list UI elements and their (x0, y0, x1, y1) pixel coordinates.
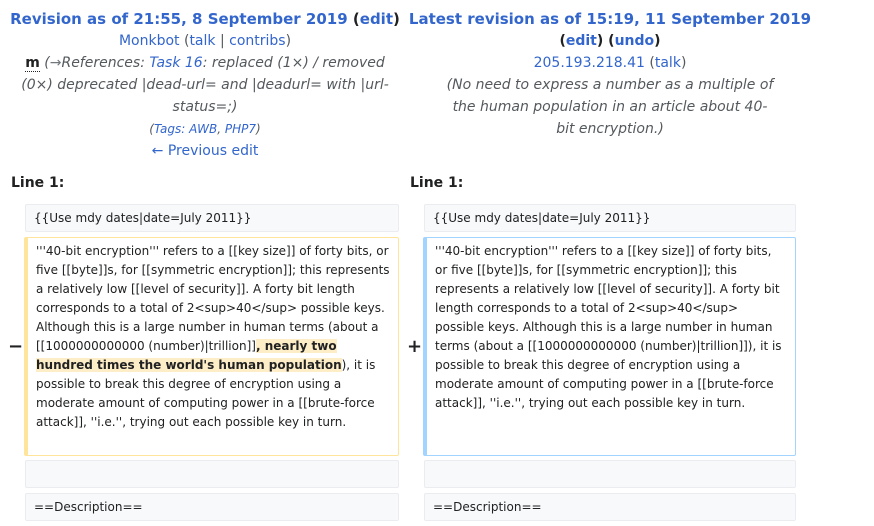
paren: ) (596, 33, 604, 49)
prev-edit-row: ← Previous edit (0, 140, 410, 162)
new-edit-summary: (No need to express a number as a multip… (446, 77, 774, 137)
task-16-link[interactable]: Task 16 (149, 55, 202, 71)
new-context-line-3: ==Description== (424, 493, 796, 521)
old-revision-link[interactable]: Revision as of 21:55, 8 September 2019 (10, 10, 348, 28)
paren: ) (654, 33, 661, 49)
new-context-line-1: {{Use mdy dates|date=July 2011}} (424, 204, 796, 232)
old-talk-link[interactable]: talk (189, 33, 215, 49)
new-revision-header: Latest revision as of 15:19, 11 Septembe… (405, 0, 815, 140)
added-line: '''40-bit encryption''' refers to a [[ke… (423, 237, 796, 456)
separator: | (215, 33, 230, 49)
new-actions-line: (edit) (undo) (405, 30, 815, 52)
old-revision-title: Revision as of 21:55, 8 September 2019 (… (0, 8, 410, 30)
new-revision-link[interactable]: Latest revision as of 15:19, 11 Septembe… (409, 10, 811, 28)
new-talk-link[interactable]: talk (655, 55, 681, 71)
old-contribs-link[interactable]: contribs (229, 33, 285, 49)
minus-marker: − (8, 336, 24, 357)
old-tags: (Tags: AWB, PHP7) (0, 118, 410, 140)
new-revision-title: Latest revision as of 15:19, 11 Septembe… (405, 8, 815, 30)
old-context-line-2 (25, 460, 399, 488)
old-context-line-1: {{Use mdy dates|date=July 2011}} (25, 204, 399, 232)
old-line-number: Line 1: (11, 175, 65, 191)
old-edit-summary: m (→References: Task 16: replaced (1×) /… (0, 52, 410, 118)
section-arrow-icon[interactable]: → (50, 55, 62, 71)
new-user-link[interactable]: 205.193.218.41 (534, 55, 645, 71)
deleted-text-before: '''40-bit encryption''' refers to a [[ke… (36, 244, 390, 353)
deleted-line: '''40-bit encryption''' refers to a [[ke… (24, 237, 399, 456)
paren: ) (680, 55, 687, 71)
tag-awb-link[interactable]: AWB (189, 122, 217, 136)
paren: ( (352, 10, 360, 28)
summary-section: References: (61, 55, 150, 71)
old-user-link[interactable]: Monkbot (119, 33, 180, 49)
tags-label-link[interactable]: Tags: (154, 122, 189, 136)
old-revision-header: Revision as of 21:55, 8 September 2019 (… (0, 0, 410, 162)
plus-marker: + (407, 336, 423, 357)
comma: , (217, 122, 225, 136)
new-context-line-2 (424, 460, 796, 488)
tag-php7-link[interactable]: PHP7 (225, 122, 256, 136)
paren: ) (256, 122, 261, 136)
new-line-number: Line 1: (410, 175, 464, 191)
undo-link[interactable]: undo (615, 33, 655, 49)
new-user-line: 205.193.218.41 (talk) (405, 52, 815, 74)
old-edit-link[interactable]: edit (360, 10, 393, 28)
old-context-line-3: ==Description== (25, 493, 399, 521)
old-user-line: Monkbot (talk | contribs) (0, 30, 410, 52)
minor-edit-badge: m (25, 55, 40, 72)
paren: ) (285, 33, 292, 49)
previous-edit-link[interactable]: ← Previous edit (152, 143, 259, 159)
paren: ) (393, 10, 400, 28)
new-edit-link[interactable]: edit (566, 33, 597, 49)
